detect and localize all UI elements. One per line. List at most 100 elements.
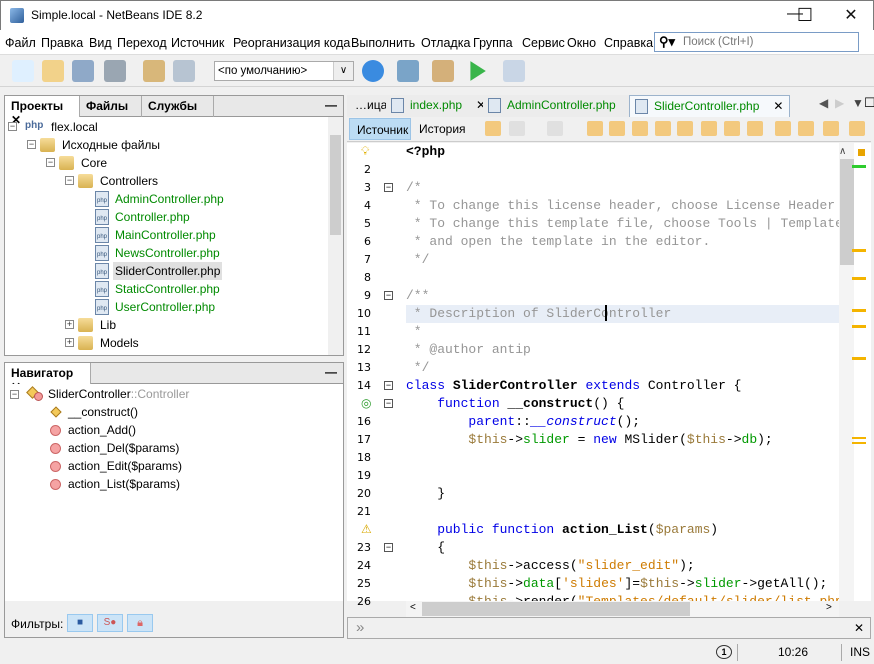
menu-10[interactable]: Окно [567, 36, 596, 50]
new-project-icon[interactable] [42, 60, 64, 82]
tree-node[interactable]: Models [98, 334, 141, 352]
filter-fields-button[interactable]: ■ [67, 614, 93, 632]
rectangular-selection-icon[interactable] [677, 121, 693, 136]
fold-collapse-icon[interactable]: − [384, 183, 393, 192]
tab-services[interactable]: Службы [142, 96, 214, 117]
navigator-member[interactable]: action_Add() [68, 421, 136, 439]
last-edit-icon[interactable] [485, 121, 501, 136]
open-project-icon[interactable] [72, 60, 94, 82]
clean-build-icon[interactable] [432, 60, 454, 82]
scrollbar-thumb[interactable] [422, 602, 690, 616]
editor-tab[interactable]: SliderController.php ✕ [629, 95, 791, 117]
tree-node[interactable]: AdminController.php [113, 190, 226, 208]
split-icon[interactable] [849, 121, 865, 136]
history-tab[interactable]: История [419, 122, 466, 136]
menu-0[interactable]: Файл [5, 36, 36, 50]
tree-node[interactable]: UserController.php [113, 298, 217, 316]
debug-icon[interactable] [503, 60, 525, 82]
tab-files[interactable]: Файлы [80, 96, 142, 117]
redo-icon[interactable] [173, 60, 195, 82]
tree-node[interactable]: Core [79, 154, 109, 172]
navigator-class[interactable]: SliderController::Controller [48, 385, 189, 403]
search-input[interactable]: ⚲▾ Поиск (Ctrl+I) [654, 32, 859, 52]
previous-bookmark-icon[interactable] [701, 121, 717, 136]
new-file-icon[interactable] [12, 60, 34, 82]
fold-collapse-icon[interactable]: − [384, 291, 393, 300]
search-icon[interactable]: ⚲▾ [659, 34, 675, 50]
collapse-icon[interactable]: − [27, 140, 36, 149]
expand-icon[interactable]: + [65, 338, 74, 347]
fold-collapse-icon[interactable]: − [384, 543, 393, 552]
toggle-bookmark-icon[interactable] [747, 121, 763, 136]
menu-2[interactable]: Вид [89, 36, 112, 50]
find-next-icon[interactable] [632, 121, 648, 136]
warning-mark[interactable] [852, 437, 866, 444]
scroll-up-icon[interactable]: ∧ [839, 146, 846, 157]
close-project-icon[interactable] [104, 60, 126, 82]
chevron-down-icon[interactable]: ∨ [333, 62, 353, 80]
browser-icon[interactable] [362, 60, 384, 82]
menu-3[interactable]: Переход [117, 36, 167, 50]
fold-collapse-icon[interactable]: − [384, 399, 393, 408]
tree-node[interactable]: NewsController.php [113, 244, 222, 262]
navigator-member[interactable]: __construct() [68, 403, 138, 421]
warning-mark[interactable] [852, 309, 866, 312]
notifications-icon[interactable]: 1 [716, 645, 732, 659]
build-icon[interactable] [397, 60, 419, 82]
tree-node[interactable]: StaticController.php [113, 280, 222, 298]
tree-node[interactable]: SliderController.php [113, 262, 223, 280]
editor-vertical-scrollbar[interactable]: ∧ ∨ [839, 143, 854, 640]
menu-6[interactable]: Выполнить [351, 36, 415, 50]
next-bookmark-icon[interactable] [724, 121, 740, 136]
tab-projects[interactable]: Проекты ✕ [5, 96, 80, 127]
change-mark[interactable] [852, 165, 866, 168]
more-icon[interactable] [823, 121, 839, 136]
tree-node[interactable]: MainController.php [113, 226, 218, 244]
collapse-icon[interactable]: − [65, 176, 74, 185]
menu-8[interactable]: Группа [473, 36, 513, 50]
undo-icon[interactable] [143, 60, 165, 82]
menu-9[interactable]: Сервис [522, 36, 565, 50]
find-icon[interactable] [587, 121, 603, 136]
scroll-tabs-left-icon[interactable]: ◀ [819, 96, 828, 110]
find-previous-icon[interactable] [609, 121, 625, 136]
scrollbar-thumb[interactable] [330, 135, 341, 235]
close-tab-icon[interactable]: ✕ [773, 99, 783, 113]
back-icon[interactable] [509, 121, 525, 136]
scroll-left-icon[interactable]: < [410, 602, 416, 613]
collapse-icon[interactable]: − [8, 122, 17, 131]
shift-left-icon[interactable] [775, 121, 791, 136]
scroll-tabs-right-icon[interactable]: ▶ [835, 96, 844, 110]
filter-static-button[interactable]: S● [97, 614, 123, 632]
menu-7[interactable]: Отладка [421, 36, 470, 50]
editor-horizontal-scrollbar[interactable]: < > [406, 601, 839, 617]
scroll-right-icon[interactable]: > [826, 602, 832, 613]
warning-mark[interactable] [852, 357, 866, 360]
tree-node[interactable]: Lib [98, 316, 118, 334]
shift-right-icon[interactable] [798, 121, 814, 136]
expand-icon[interactable]: + [65, 320, 74, 329]
menu-4[interactable]: Источник [171, 36, 224, 50]
close-icon[interactable]: ✕ [854, 621, 864, 635]
overrides-icon[interactable]: ◎ [361, 396, 371, 410]
source-tab[interactable]: Источник [349, 118, 411, 140]
toggle-highlight-icon[interactable] [655, 121, 671, 136]
menu-5[interactable]: Реорганизация кода [233, 36, 350, 50]
tree-node[interactable]: Controllers [98, 172, 160, 190]
warning-mark[interactable] [852, 277, 866, 280]
warning-icon[interactable]: ⚠ [361, 522, 372, 536]
close-button[interactable]: ✕ [841, 5, 861, 25]
collapse-icon[interactable]: − [46, 158, 55, 167]
navigator-member[interactable]: action_Del($params) [68, 439, 179, 457]
configuration-select[interactable]: <по умолчанию> ∨ [214, 61, 354, 81]
menu-1[interactable]: Правка [41, 36, 83, 50]
tree-node[interactable]: Исходные файлы [60, 136, 162, 154]
fold-collapse-icon[interactable]: − [384, 381, 393, 390]
tab-navigator[interactable]: Навигатор ✕ [5, 363, 91, 394]
collapse-icon[interactable]: − [10, 390, 19, 399]
editor-tab[interactable]: AdminController.php✕ [483, 95, 647, 117]
navigator-member[interactable]: action_List($params) [68, 475, 180, 493]
tree-node[interactable]: Controller.php [113, 208, 192, 226]
warning-mark[interactable] [852, 325, 866, 328]
warning-mark[interactable] [852, 249, 866, 252]
